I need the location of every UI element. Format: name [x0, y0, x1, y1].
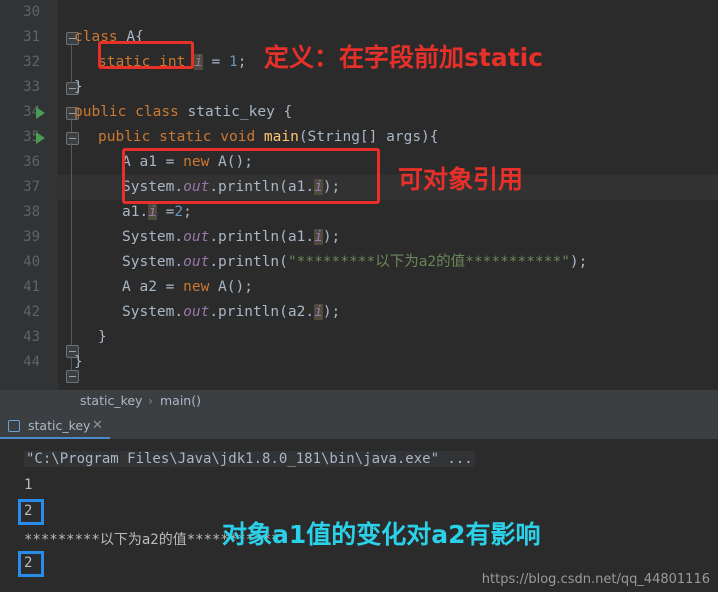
- line-number: 38: [23, 204, 40, 220]
- line-number: 35: [23, 129, 40, 145]
- run-tab-bar[interactable]: static_key ✕: [0, 413, 718, 439]
- code-line-35: public static void main(String[] args){: [98, 129, 439, 145]
- code-line-44: }: [74, 354, 83, 370]
- run-method-icon[interactable]: [36, 132, 45, 144]
- code-line-43: }: [98, 329, 107, 345]
- code-line-40: System.out.println("*********以下为a2的值****…: [122, 254, 588, 270]
- line-number: 43: [23, 329, 40, 345]
- code-line-42: System.out.println(a2.i);: [122, 304, 341, 320]
- line-number: 39: [23, 229, 40, 245]
- fold-guide-line: [71, 118, 72, 132]
- line-number: 42: [23, 304, 40, 320]
- console-line-1: 1: [24, 477, 33, 493]
- close-icon[interactable]: ✕: [92, 418, 103, 433]
- highlight-box-output-a1: [18, 499, 44, 525]
- line-number: 44: [23, 354, 40, 370]
- code-line-33: }: [74, 79, 83, 95]
- code-line-34: public class static_key {: [74, 104, 293, 120]
- console-line-command: "C:\Program Files\Java\jdk1.8.0_181\bin\…: [24, 451, 475, 467]
- ide-window: 30 31 32 33 34 35 36 37 38 39 40 41 42 4…: [0, 0, 718, 592]
- breadcrumb-class[interactable]: static_key: [80, 390, 142, 412]
- annotation-object-reference: 可对象引用: [398, 165, 524, 194]
- highlight-box-static-keyword: [98, 41, 194, 69]
- breadcrumb[interactable]: static_key › main(): [0, 390, 718, 412]
- annotation-console-note: 对象a1值的变化对a2有影响: [222, 520, 541, 549]
- watermark: https://blog.csdn.net/qq_44801116: [481, 572, 710, 587]
- code-line-41: A a2 = new A();: [122, 279, 253, 295]
- code-line-39: System.out.println(a1.i);: [122, 229, 341, 245]
- line-number: 34: [23, 104, 40, 120]
- line-number: 33: [23, 79, 40, 95]
- run-tab-label[interactable]: static_key: [28, 418, 90, 433]
- fold-guide-line: [71, 356, 72, 370]
- line-number: 41: [23, 279, 40, 295]
- breadcrumb-method[interactable]: main(): [160, 390, 201, 412]
- line-number: 30: [23, 4, 40, 20]
- console-output[interactable]: "C:\Program Files\Java\jdk1.8.0_181\bin\…: [0, 439, 718, 592]
- run-class-icon[interactable]: [36, 107, 45, 119]
- line-number: 31: [23, 29, 40, 45]
- fold-guide-line: [71, 43, 72, 83]
- code-editor[interactable]: 30 31 32 33 34 35 36 37 38 39 40 41 42 4…: [0, 0, 718, 410]
- highlight-box-output-a2: [18, 551, 44, 577]
- annotation-static-definition: 定义：在字段前加static: [264, 43, 544, 72]
- line-number: 37: [23, 179, 40, 195]
- run-config-icon: [8, 420, 20, 432]
- fold-guide-line: [71, 143, 72, 345]
- line-number: 32: [23, 54, 40, 70]
- run-panel: static_key ✕ "C:\Program Files\Java\jdk1…: [0, 412, 718, 592]
- highlight-box-object-reference: [122, 148, 380, 204]
- breadcrumb-separator: ›: [148, 393, 153, 408]
- line-number: 36: [23, 154, 40, 170]
- fold-icon-main[interactable]: [66, 132, 79, 145]
- line-number: 40: [23, 254, 40, 270]
